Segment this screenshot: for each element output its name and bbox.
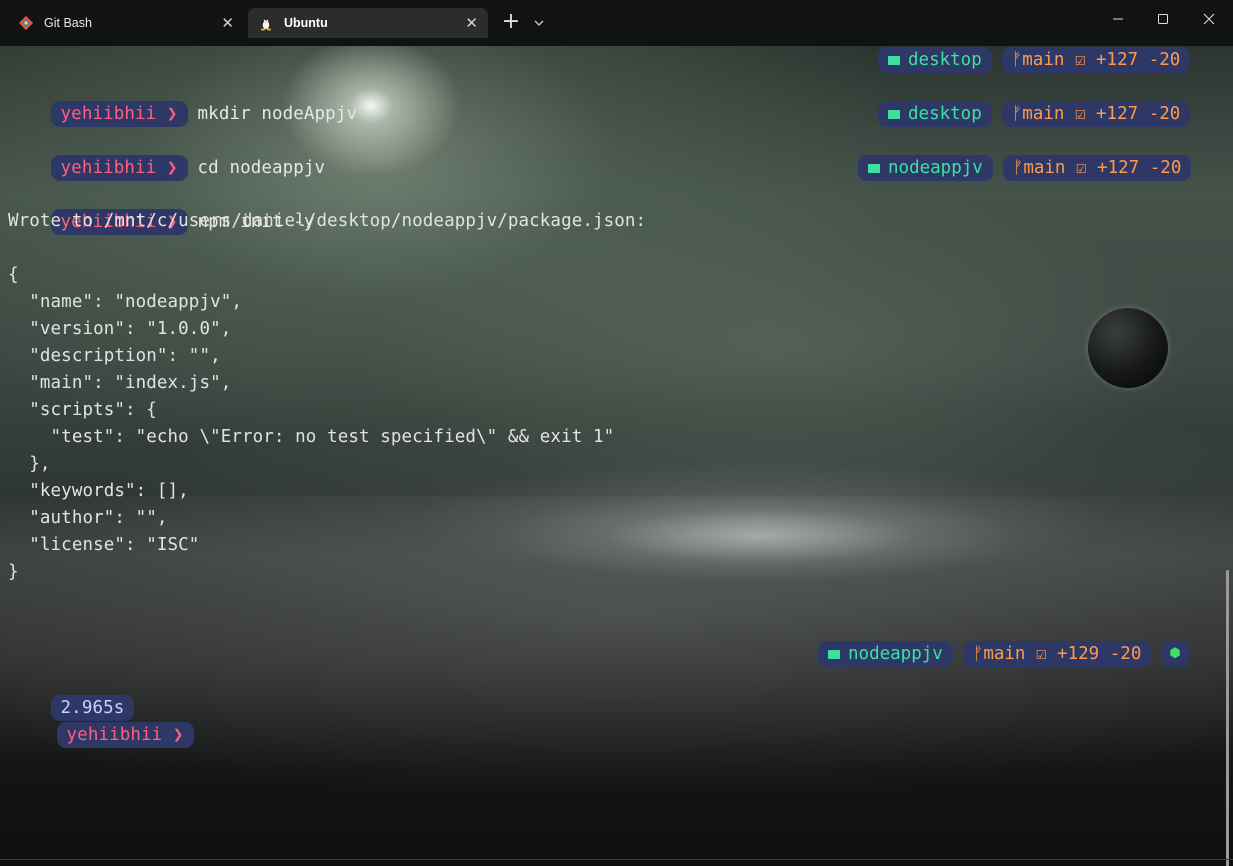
- output-line: "license": "ISC": [8, 535, 200, 555]
- tab-ubuntu[interactable]: Ubuntu ✕: [248, 8, 488, 38]
- linux-penguin-icon: [258, 15, 274, 31]
- output-line: },: [8, 454, 51, 474]
- tab-label: Git Bash: [44, 16, 92, 30]
- git-status-segment: ᚠmain ☑ +127 -20: [1001, 101, 1191, 127]
- folder-icon: [888, 109, 900, 119]
- command-text: cd nodeappjv: [197, 158, 326, 178]
- output-line: "author": "",: [8, 508, 168, 528]
- folder-icon: [828, 649, 840, 659]
- folder-icon: [868, 163, 880, 173]
- output-line: "main": "index.js",: [8, 373, 232, 393]
- maximize-icon[interactable]: [1140, 8, 1186, 30]
- divider: [0, 859, 1233, 860]
- chevron-down-icon[interactable]: [530, 14, 548, 32]
- folder-icon: [888, 55, 900, 65]
- output-line: "name": "nodeappjv",: [8, 292, 242, 312]
- output-line: "keywords": [],: [8, 481, 189, 501]
- directory-segment: desktop: [878, 101, 992, 127]
- right-prompt: desktop ᚠmain ☑ +127 -20: [878, 101, 1191, 127]
- output-line: "description": "",: [8, 346, 221, 366]
- node-icon: ⬢: [1161, 641, 1189, 667]
- directory-segment: nodeappjv: [858, 155, 993, 181]
- title-bar: Git Bash ✕ Ubuntu ✕ +: [0, 0, 1233, 46]
- command-text: mkdir nodeAppjv: [197, 104, 358, 124]
- current-prompt[interactable]: 2.965s yehiibhii ❯: [8, 668, 194, 776]
- close-tab-icon[interactable]: ✕: [221, 14, 234, 32]
- git-status-segment: ᚠmain ☑ +127 -20: [1001, 47, 1191, 73]
- output-line: "version": "1.0.0",: [8, 319, 232, 339]
- duration-segment: 2.965s: [50, 695, 135, 721]
- user-segment: yehiibhii ❯: [50, 155, 188, 181]
- directory-segment: nodeappjv: [818, 641, 953, 667]
- directory-segment: desktop: [878, 47, 992, 73]
- tab-label: Ubuntu: [284, 16, 328, 30]
- output-line: Wrote to /mnt/c/users/daniel/desktop/nod…: [8, 211, 647, 231]
- tab-git-bash[interactable]: Git Bash ✕: [8, 8, 244, 38]
- scrollbar[interactable]: [1226, 570, 1229, 866]
- close-icon[interactable]: [1186, 8, 1232, 30]
- close-tab-icon[interactable]: ✕: [465, 14, 478, 32]
- right-prompt: nodeappjv ᚠmain ☑ +127 -20: [858, 155, 1192, 181]
- output-line: }: [8, 562, 19, 582]
- user-segment: yehiibhii ❯: [50, 101, 188, 127]
- output-line: "test": "echo \"Error: no test specified…: [8, 427, 615, 447]
- right-prompt: desktop ᚠmain ☑ +127 -20: [878, 47, 1191, 73]
- right-prompt: nodeappjv ᚠmain ☑ +129 -20 ⬢: [818, 641, 1189, 667]
- git-status-segment: ᚠmain ☑ +129 -20: [962, 641, 1152, 667]
- minimize-icon[interactable]: [1095, 8, 1141, 30]
- new-tab-button[interactable]: +: [498, 10, 524, 36]
- user-segment: yehiibhii ❯: [56, 722, 194, 748]
- background-planet: [1088, 308, 1168, 388]
- git-status-segment: ᚠmain ☑ +127 -20: [1002, 155, 1192, 181]
- output-line: {: [8, 265, 19, 285]
- terminal-pane[interactable]: desktop ᚠmain ☑ +127 -20 desktop ᚠmain ☑…: [0, 46, 1233, 866]
- output-line: "scripts": {: [8, 400, 157, 420]
- git-bash-icon: [18, 15, 34, 31]
